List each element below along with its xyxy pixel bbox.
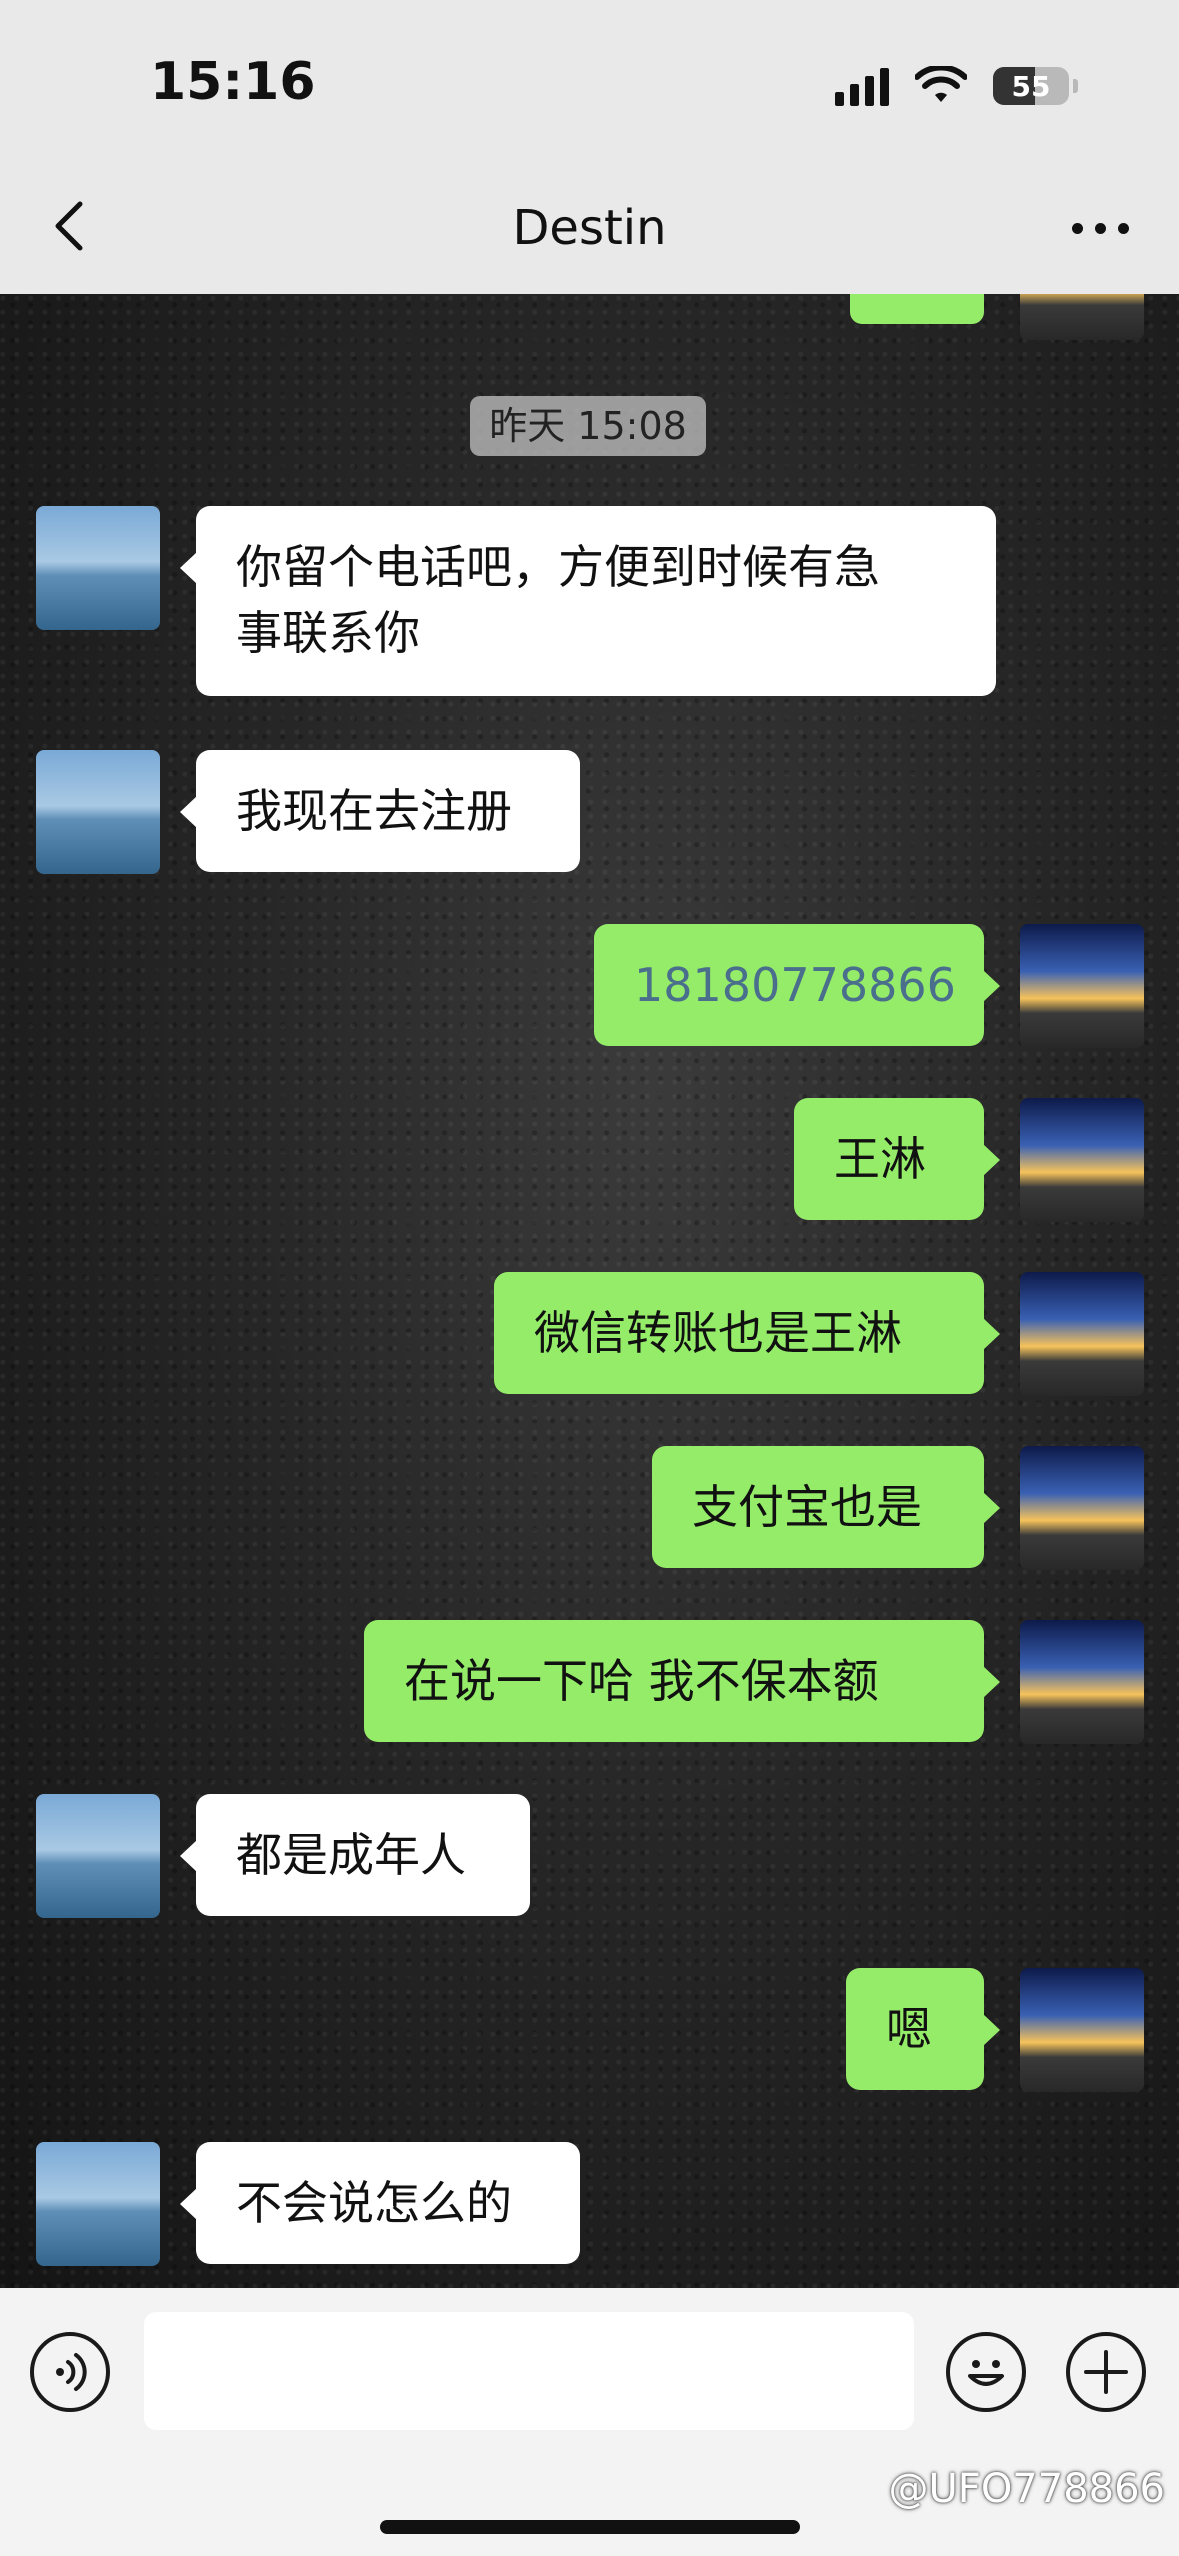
partial-message-bubble bbox=[850, 294, 984, 324]
message-text: 我现在去注册 bbox=[236, 784, 512, 838]
message-bubble[interactable]: 都是成年人 bbox=[180, 1794, 530, 1916]
avatar[interactable] bbox=[36, 2142, 160, 2266]
avatar[interactable] bbox=[1020, 1098, 1144, 1222]
phone-number-link[interactable]: 18180778866 bbox=[634, 952, 956, 1018]
message-text: 支付宝也是 bbox=[692, 1480, 922, 1534]
chat-title: Destin bbox=[512, 200, 667, 256]
chat-area[interactable]: 昨天 15:08 你留个电话吧，方便到时候有急 事联系你我现在去注册 1818077… bbox=[0, 294, 1179, 2288]
avatar[interactable] bbox=[36, 1794, 160, 1918]
avatar[interactable] bbox=[1020, 1446, 1144, 1570]
status-time: 15:16 bbox=[150, 52, 316, 112]
avatar[interactable] bbox=[36, 750, 160, 874]
status-icons: 55 bbox=[835, 58, 1078, 114]
emoji-icon[interactable] bbox=[946, 2332, 1026, 2412]
message-text: 不会说怎么的 bbox=[236, 2176, 512, 2230]
message-bubble[interactable]: 微信转账也是王淋 bbox=[494, 1272, 1000, 1394]
message-bubble[interactable]: 嗯 bbox=[846, 1968, 1000, 2090]
voice-icon[interactable] bbox=[30, 2332, 110, 2412]
avatar[interactable] bbox=[1020, 1620, 1144, 1744]
wifi-icon bbox=[915, 66, 967, 102]
message-text: 事联系你 bbox=[236, 606, 420, 660]
avatar[interactable] bbox=[1020, 924, 1144, 1048]
battery-icon: 55 bbox=[993, 67, 1078, 105]
message-text: 王淋 bbox=[834, 1132, 926, 1186]
message-bubble[interactable]: 你留个电话吧，方便到时候有急 事联系你 bbox=[180, 506, 996, 696]
more-dots-icon[interactable] bbox=[1072, 208, 1129, 248]
message-bubble[interactable]: 不会说怎么的 bbox=[180, 2142, 580, 2264]
avatar[interactable] bbox=[36, 506, 160, 630]
message-input[interactable] bbox=[144, 2312, 914, 2430]
avatar[interactable] bbox=[1020, 1968, 1144, 2092]
home-indicator bbox=[380, 2520, 800, 2534]
avatar bbox=[1020, 294, 1144, 340]
message-text: 在说一下哈 我不保本额 bbox=[404, 1654, 879, 1708]
message-text: 都是成年人 bbox=[236, 1828, 466, 1882]
message-bubble[interactable]: 18180778866 bbox=[594, 924, 1000, 1046]
input-bar: @UFO778866 bbox=[0, 2288, 1179, 2556]
message-bubble[interactable]: 在说一下哈 我不保本额 bbox=[364, 1620, 1000, 1742]
message-timestamp: 昨天 15:08 bbox=[470, 396, 706, 456]
watermark: @UFO778866 bbox=[888, 2466, 1165, 2512]
plus-icon[interactable] bbox=[1066, 2332, 1146, 2412]
cellular-signal-icon bbox=[835, 66, 889, 106]
message-bubble[interactable]: 王淋 bbox=[794, 1098, 1000, 1220]
message-text: 微信转账也是王淋 bbox=[534, 1306, 902, 1360]
message-text: 你留个电话吧，方便到时候有急 bbox=[236, 540, 880, 594]
message-bubble[interactable]: 支付宝也是 bbox=[652, 1446, 1000, 1568]
message-text: 嗯 bbox=[886, 2002, 932, 2056]
avatar[interactable] bbox=[1020, 1272, 1144, 1396]
top-bar: 15:16 55 Destin bbox=[0, 0, 1179, 294]
message-bubble[interactable]: 我现在去注册 bbox=[180, 750, 580, 872]
battery-level: 55 bbox=[1011, 69, 1051, 103]
